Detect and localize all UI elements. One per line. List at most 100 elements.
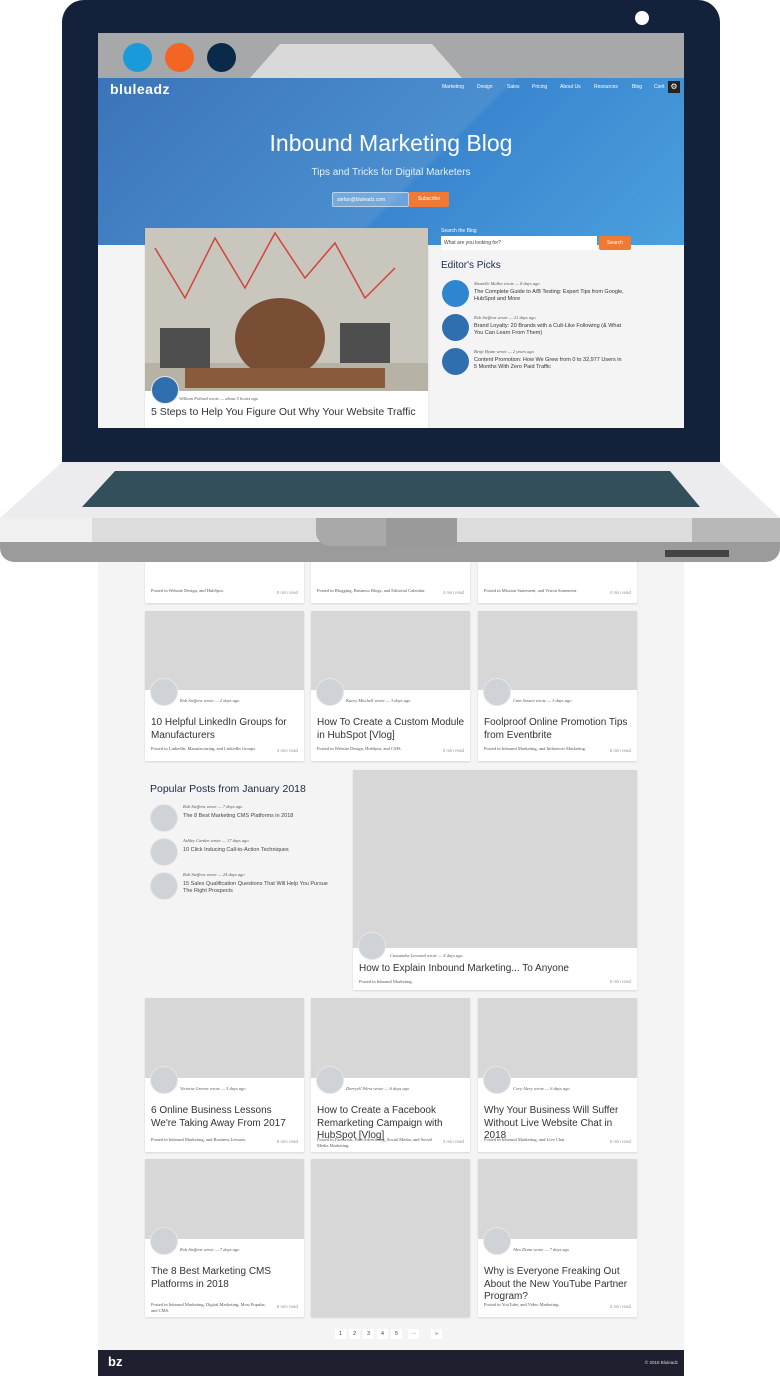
post-title[interactable]: 5 Steps to Help You Figure Out Why Your … (151, 406, 416, 419)
post-categories[interactable]: Posted in Inbound Marketing, Digital Mar… (151, 1302, 271, 1314)
featured-image (145, 228, 428, 391)
post-meta: Benji Hyam wrote — 2 years ago (474, 349, 534, 354)
nav-item[interactable]: Cont (654, 84, 665, 90)
hero-title: Inbound Marketing Blog (269, 130, 513, 156)
post-categories[interactable]: Posted in Inbound Marketing, and Live Ch… (484, 1137, 604, 1143)
footer-logo[interactable]: bz (108, 1354, 122, 1369)
browser-window-dot[interactable] (165, 43, 194, 72)
post-categories[interactable]: Posted in LinkedIn, Manufacturing, and L… (151, 746, 271, 752)
subscribe-button[interactable]: Subscribe (409, 192, 449, 207)
editors-pick-item[interactable]: Shanelle Mullin wrote — 8 days ago The C… (441, 278, 641, 308)
hero-banner: bluleadz Marketing Design Sales Pricing Abou… (98, 78, 684, 245)
nav-item[interactable]: Resources (594, 84, 618, 90)
bluleadz-logo[interactable]: bluleadz (110, 81, 170, 97)
nav-item[interactable]: Sales (507, 84, 520, 90)
pagination-link[interactable]: 4 (377, 1329, 388, 1339)
search-label: Search the Blog (441, 228, 477, 234)
post-categories[interactable]: Posted in Mission Statement, and Vision … (484, 588, 604, 594)
nav-item[interactable]: Design (477, 84, 493, 90)
post-card[interactable]: Rob Steffens wrote — 2 days ago 10 Helpfu… (145, 611, 304, 761)
laptop-screen-bezel-bottom (62, 428, 720, 462)
post-card-placeholder[interactable] (311, 1159, 470, 1317)
browser-window-dot[interactable] (207, 43, 236, 72)
read-time: 3 min read (609, 1304, 631, 1309)
editors-pick-item[interactable]: Benji Hyam wrote — 2 years ago Content P… (441, 346, 641, 376)
post-categories[interactable]: Posted in Inbound Marketing. (359, 979, 413, 985)
read-time: 3 min read (442, 1139, 464, 1144)
author-avatar (442, 280, 469, 307)
post-title[interactable]: How to Explain Inbound Marketing... To A… (359, 963, 569, 976)
popular-post-item[interactable]: Rob Steffens wrote — 7 days ago The 8 Be… (150, 804, 340, 834)
pagination-link[interactable]: 2 (349, 1329, 360, 1339)
editors-picks-heading: Editor's Picks (441, 260, 501, 271)
post-categories[interactable]: Posted in Website Design, and HubSpot. (151, 588, 271, 594)
post-meta: Darryell Wirst wrote — 6 days ago (346, 1086, 410, 1091)
post-meta: Rob Steffens wrote — 2 days ago (180, 698, 240, 703)
email-input[interactable]: stefan@bluleadz.com (332, 192, 409, 207)
post-title[interactable]: 6 Online Business Lessons We're Taking A… (151, 1105, 300, 1130)
post-title[interactable]: Brand Loyalty: 20 Brands with a Cult-Lik… (474, 323, 624, 337)
laptop-screen-bezel (62, 0, 720, 33)
post-title[interactable]: Why is Everyone Freaking Out About the N… (484, 1266, 633, 1304)
post-title[interactable]: 10 Click Inducing Call-to-Action Techniq… (183, 847, 333, 854)
post-meta: Cory Alery wrote — 6 days ago (513, 1086, 570, 1091)
laptop-screen-bezel-left (62, 30, 98, 462)
post-title[interactable]: The Complete Guide to A/B Testing: Exper… (474, 289, 624, 303)
post-thumbnail (150, 872, 178, 900)
author-avatar (316, 678, 344, 706)
post-card[interactable]: Rob Steffens wrote — 7 days ago The 8 Bes… (145, 1159, 304, 1317)
popular-post-item[interactable]: Rob Steffens wrote — 24 days ago 15 Sale… (150, 872, 340, 902)
read-time: 5 min read (609, 979, 631, 984)
post-card[interactable]: Alex Dunn wrote — 7 days ago Why is Every… (478, 1159, 637, 1317)
post-categories[interactable]: Posted in Blogging, Business Blogs, and … (317, 588, 437, 594)
nav-item[interactable]: Blog (632, 84, 642, 90)
pagination-link[interactable]: 3 (363, 1329, 374, 1339)
post-card[interactable]: Kacey Mitchell wrote — 3 days ago How To … (311, 611, 470, 761)
post-categories[interactable]: Posted in Facebook, Paid Advertising, So… (317, 1137, 437, 1149)
post-title[interactable]: 10 Helpful LinkedIn Groups for Manufactu… (151, 717, 300, 742)
search-button[interactable]: Search (599, 236, 631, 250)
browser-tab (250, 44, 462, 78)
nav-item[interactable]: About Us (560, 84, 581, 90)
post-categories[interactable]: Posted in Inbound Marketing, and Influen… (484, 746, 604, 752)
featured-post-card[interactable]: William Pollard wrote — about 5 hours ag… (145, 228, 428, 428)
post-categories[interactable]: Posted in Inbound Marketing, and Busines… (151, 1137, 271, 1143)
post-title[interactable]: Content Promotion: How We Grew from 0 to… (474, 357, 624, 371)
post-thumbnail (150, 804, 178, 832)
browser-window-dot[interactable] (123, 43, 152, 72)
author-avatar (442, 348, 469, 375)
nav-item[interactable]: Marketing (442, 84, 464, 90)
post-categories[interactable]: Posted in Website Design, HubSpot, and C… (317, 746, 437, 752)
post-card[interactable]: Cassandra Leonard wrote — 4 days ago How… (353, 770, 637, 990)
author-avatar (151, 376, 179, 404)
post-title[interactable]: 15 Sales Qualification Questions That Wi… (183, 881, 333, 895)
author-avatar (442, 314, 469, 341)
hubspot-sprocket-icon[interactable]: ⚙ (668, 81, 680, 93)
post-card[interactable]: Cory Alery wrote — 6 days ago Why Your Bu… (478, 998, 637, 1152)
popular-post-item[interactable]: Ashley Carden wrote — 17 days ago 10 Cli… (150, 838, 340, 868)
author-avatar (150, 678, 178, 706)
post-card[interactable]: Darryell Wirst wrote — 6 days ago How to … (311, 998, 470, 1152)
editors-pick-item[interactable]: Rob Steffens wrote — 21 days ago Brand L… (441, 312, 641, 342)
post-title[interactable]: How To Create a Custom Module in HubSpot… (317, 717, 466, 742)
post-card[interactable]: Cam Sessen wrote — 3 days ago Foolproof O… (478, 611, 637, 761)
post-card[interactable]: Victoria Greene wrote — 5 days ago 6 Onli… (145, 998, 304, 1152)
pagination-link[interactable]: ⋯ (408, 1329, 419, 1339)
post-meta: Rob Steffens wrote — 21 days ago (474, 315, 536, 320)
post-meta: Ashley Carden wrote — 17 days ago (183, 838, 249, 843)
read-time: 4 min read (276, 748, 298, 753)
post-title[interactable]: The 8 Best Marketing CMS Platforms in 20… (183, 813, 333, 820)
post-title[interactable]: The 8 Best Marketing CMS Platforms in 20… (151, 1266, 300, 1291)
post-thumbnail (150, 838, 178, 866)
hero-subtitle: Tips and Tricks for Digital Marketers (311, 167, 471, 178)
search-input[interactable]: What are you looking for? (441, 236, 597, 250)
pagination-link[interactable]: 1 (335, 1329, 346, 1339)
nav-item[interactable]: Pricing (532, 84, 547, 90)
read-time: 5 min read (609, 748, 631, 753)
pagination-link[interactable]: 5 (391, 1329, 402, 1339)
post-meta: William Pollard wrote — about 5 hours ag… (179, 396, 259, 401)
post-title[interactable]: Foolproof Online Promotion Tips from Eve… (484, 717, 633, 742)
pagination-link[interactable]: » (431, 1329, 442, 1339)
post-categories[interactable]: Posted in YouTube, and Video Marketing. (484, 1302, 604, 1308)
read-time: 6 min read (276, 1304, 298, 1309)
